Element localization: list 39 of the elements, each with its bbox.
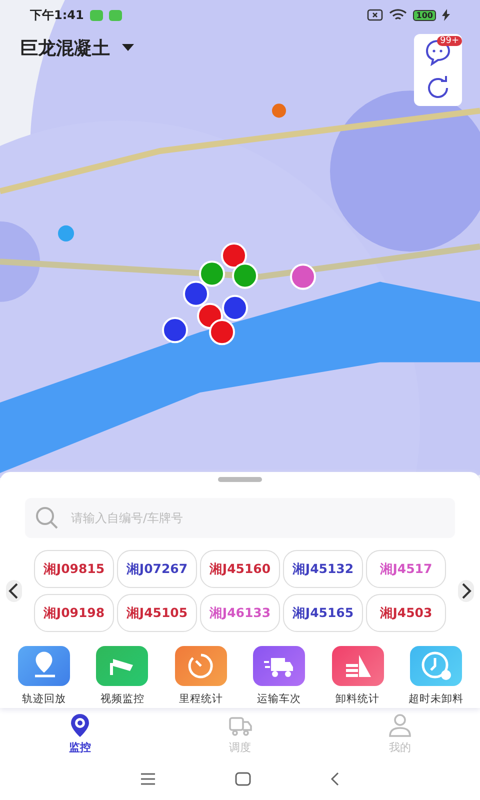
action-button[interactable]: 超时未卸料 xyxy=(398,646,474,706)
plate-chip[interactable]: 湘J09815 xyxy=(34,550,114,588)
stack-icon xyxy=(332,646,384,686)
plate-chip[interactable]: 湘J07267 xyxy=(117,550,197,588)
plate-chip[interactable]: 湘J46133 xyxy=(200,594,280,632)
unread-badge: 99+ xyxy=(437,36,462,46)
plate-chip[interactable]: 湘J45105 xyxy=(117,594,197,632)
battery-level: 100 xyxy=(413,10,436,20)
clock-icon xyxy=(410,646,462,686)
company-title[interactable]: 巨龙混凝土 xyxy=(20,36,110,60)
truck-icon xyxy=(253,646,306,686)
plate-chip[interactable]: 湘J4517 xyxy=(366,550,446,588)
scroll-right-icon[interactable] xyxy=(458,580,474,602)
plate-chip[interactable]: 湘J09198 xyxy=(34,594,114,632)
sim-icon xyxy=(367,9,384,21)
plate-chip[interactable]: 湘J45132 xyxy=(283,550,363,588)
plate-chip[interactable]: 湘J45160 xyxy=(200,550,280,588)
action-button[interactable]: 卸料统计 xyxy=(320,646,396,706)
charging-icon xyxy=(442,9,450,21)
home-icon[interactable] xyxy=(234,772,251,786)
location-pin-icon xyxy=(18,646,70,686)
sheet-handle[interactable] xyxy=(218,477,262,482)
status-time: 下午1:41 xyxy=(30,6,84,24)
back-icon[interactable] xyxy=(330,772,340,786)
dial-icon xyxy=(174,646,227,686)
camera-icon xyxy=(96,646,148,686)
nav-tab[interactable]: 监控 xyxy=(67,712,93,754)
action-button[interactable]: 轨迹回放 xyxy=(6,646,82,706)
scroll-left-icon[interactable] xyxy=(6,580,22,602)
search-field[interactable]: 请输入自编号/车牌号 xyxy=(25,498,455,538)
person-icon xyxy=(387,712,413,738)
dropdown-caret-icon[interactable] xyxy=(122,44,134,52)
menu-icon[interactable] xyxy=(140,773,156,785)
wifi-icon xyxy=(389,8,408,22)
action-button[interactable]: 里程统计 xyxy=(162,646,239,706)
action-button[interactable]: 视频监控 xyxy=(84,646,160,706)
plate-chip[interactable]: 湘J45165 xyxy=(283,594,363,632)
plate-chip[interactable]: 湘J4503 xyxy=(366,594,446,632)
action-button[interactable]: 运输车次 xyxy=(241,646,318,706)
